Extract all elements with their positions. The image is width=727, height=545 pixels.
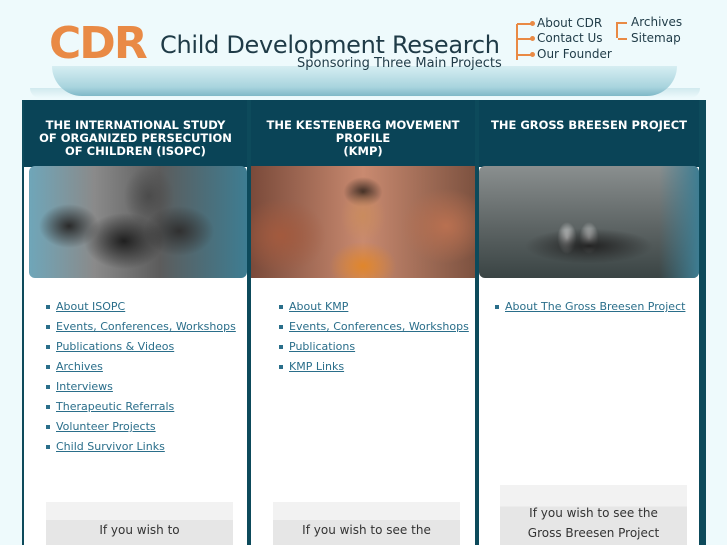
nav-bullet-icon (530, 36, 535, 41)
column-heading: THE INTERNATIONAL STUDY OF ORGANIZED PER… (24, 100, 247, 167)
nav-sitemap[interactable]: Sitemap (618, 31, 681, 45)
link-about-kmp[interactable]: About KMP (279, 297, 469, 317)
site-header: CDR Child Development Research Sponsorin… (0, 0, 727, 100)
primary-nav: About CDR Contact Us Our Founder (510, 14, 612, 64)
wish-box: If you wish to (46, 502, 233, 545)
heading-line: THE GROSS BREESEN PROJECT (490, 118, 688, 132)
nav-tick-icon (618, 38, 627, 40)
link-events[interactable]: Events, Conferences, Workshops (279, 317, 469, 337)
link-about-gross-breesen[interactable]: About The Gross Breesen Project (495, 297, 685, 317)
nav-about-cdr-label: About CDR (537, 16, 603, 30)
projects-grid: THE INTERNATIONAL STUDY OF ORGANIZED PER… (22, 100, 706, 545)
site-tagline: Sponsoring Three Main Projects (297, 56, 502, 71)
secondary-nav: Archives Sitemap (614, 14, 684, 54)
link-archives[interactable]: Archives (46, 357, 236, 377)
nav-bullet-icon (530, 52, 535, 57)
site-title: Child Development Research (160, 31, 500, 59)
heading-line: OF CHILDREN (ISOPC) (65, 144, 206, 158)
wish-text: Gross Breesen Project (527, 526, 660, 540)
cdr-logo[interactable]: CDR (49, 18, 148, 70)
project-column-gross-breesen: THE GROSS BREESEN PROJECT About The Gros… (479, 100, 699, 545)
link-about-isopc[interactable]: About ISOPC (46, 297, 236, 317)
nav-sitemap-label: Sitemap (631, 31, 681, 45)
group-of-children-photo[interactable] (29, 166, 247, 278)
nav-tick-icon (517, 54, 531, 56)
link-publications[interactable]: Publications (279, 337, 469, 357)
gross-breesen-links: About The Gross Breesen Project (495, 297, 685, 317)
link-volunteer-projects[interactable]: Volunteer Projects (46, 417, 236, 437)
isopc-links: About ISOPC Events, Conferences, Worksho… (46, 297, 236, 457)
nav-archives[interactable]: Archives (618, 15, 683, 29)
nav-our-founder[interactable]: Our Founder (517, 47, 612, 61)
nav-archives-label: Archives (631, 15, 683, 29)
nav-tick-icon (618, 22, 627, 24)
link-child-survivor[interactable]: Child Survivor Links (46, 437, 236, 457)
nav-contact-us-label: Contact Us (537, 31, 603, 45)
nav-tick-icon (517, 23, 531, 25)
link-interviews[interactable]: Interviews (46, 377, 236, 397)
nav-tick-icon (517, 38, 531, 40)
nav-connector-line (616, 22, 618, 38)
project-column-kmp: THE KESTENBERG MOVEMENT PROFILE (KMP) Ab… (251, 100, 475, 545)
column-heading: THE KESTENBERG MOVEMENT PROFILE (KMP) (251, 100, 475, 167)
kmp-links: About KMP Events, Conferences, Workshops… (279, 297, 469, 377)
link-kmp-links[interactable]: KMP Links (279, 357, 469, 377)
nav-contact-us[interactable]: Contact Us (517, 31, 603, 45)
wish-text: If you wish to (99, 523, 180, 537)
wish-box: If you wish to see the Gross Breesen Pro… (500, 485, 687, 545)
toddler-eating-photo[interactable] (251, 166, 475, 278)
wish-text: If you wish to see the (302, 523, 431, 537)
heading-line: THE KESTENBERG MOVEMENT PROFILE (266, 118, 460, 145)
column-heading: THE GROSS BREESEN PROJECT (479, 100, 699, 167)
project-column-isopc: THE INTERNATIONAL STUDY OF ORGANIZED PER… (24, 100, 247, 545)
link-therapeutic-referrals[interactable]: Therapeutic Referrals (46, 397, 236, 417)
link-publications-videos[interactable]: Publications & Videos (46, 337, 236, 357)
wish-box: If you wish to see the (273, 502, 460, 545)
wish-text: If you wish to see the (529, 506, 658, 520)
nav-bullet-icon (530, 21, 535, 26)
link-events[interactable]: Events, Conferences, Workshops (46, 317, 236, 337)
heading-line: (KMP) (343, 144, 383, 158)
nav-about-cdr[interactable]: About CDR (517, 16, 603, 30)
nav-our-founder-label: Our Founder (537, 47, 612, 61)
historic-group-photo[interactable] (479, 166, 699, 278)
